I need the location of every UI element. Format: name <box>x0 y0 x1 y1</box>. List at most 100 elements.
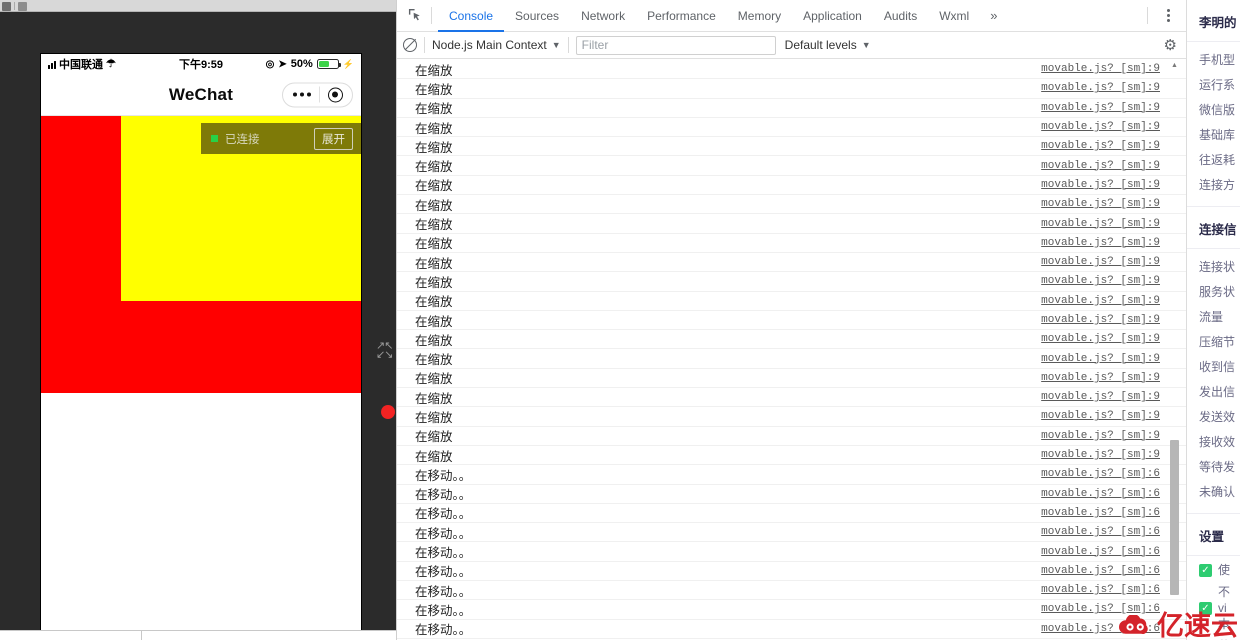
console-log-source-link[interactable]: movable.js? [sm]:9 <box>1041 333 1160 345</box>
console-log-row[interactable]: 在缩放 movable.js? [sm]:9 <box>397 407 1186 427</box>
console-log-row[interactable]: 在移动。。movable.js? [sm]:6 <box>397 600 1186 620</box>
console-log-source-link[interactable]: movable.js? [sm]:9 <box>1041 198 1160 210</box>
console-log-source-link[interactable]: movable.js? [sm]:9 <box>1041 121 1160 133</box>
console-log-row[interactable]: 在缩放 movable.js? [sm]:9 <box>397 311 1186 331</box>
console-log-source-link[interactable]: movable.js? [sm]:6 <box>1041 546 1160 558</box>
context-selector[interactable]: Node.js Main Context ▼ <box>432 38 561 52</box>
console-log-row[interactable]: 在缩放 movable.js? [sm]:9 <box>397 349 1186 369</box>
console-log-message: 在移动。。 <box>415 468 472 483</box>
console-log-row[interactable]: 在缩放 movable.js? [sm]:9 <box>397 176 1186 196</box>
list-item: 手机型 <box>1199 53 1236 67</box>
panel-icon[interactable] <box>2 1 11 11</box>
console-log-source-link[interactable]: movable.js? [sm]:9 <box>1041 449 1160 461</box>
console-log-source-link[interactable]: movable.js? [sm]:9 <box>1041 179 1160 191</box>
tab-wxml[interactable]: Wxml <box>928 0 980 32</box>
console-log-source-link[interactable]: movable.js? [sm]:6 <box>1041 488 1160 500</box>
console-log-row[interactable]: 在缩放 movable.js? [sm]:9 <box>397 330 1186 350</box>
context-label: Node.js Main Context <box>432 38 547 52</box>
console-log-source-link[interactable]: movable.js? [sm]:6 <box>1041 507 1160 519</box>
console-log-source-link[interactable]: movable.js? [sm]:9 <box>1041 237 1160 249</box>
console-log-row[interactable]: 在缩放 movable.js? [sm]:9 <box>397 79 1186 99</box>
tab-audits[interactable]: Audits <box>873 0 928 32</box>
scroll-up-arrow-icon[interactable]: ▲ <box>1170 62 1179 69</box>
console-log-source-link[interactable]: movable.js? [sm]:9 <box>1041 63 1160 75</box>
console-log-source-link[interactable]: movable.js? [sm]:9 <box>1041 102 1160 114</box>
console-log-row[interactable]: 在移动。。 movable.js? [sm]:6 <box>397 542 1186 562</box>
log-levels-selector[interactable]: Default levels ▼ <box>785 38 871 52</box>
battery-icon <box>316 59 341 69</box>
console-log-source-link[interactable]: movable.js? [sm]:9 <box>1041 410 1160 422</box>
console-scrollbar[interactable]: ▲ <box>1170 60 1179 640</box>
clear-console-icon[interactable] <box>403 38 417 52</box>
tab-console[interactable]: Console <box>438 0 504 32</box>
tab-sources[interactable]: Sources <box>504 0 570 32</box>
console-log-row[interactable]: 在移动。。movable.js? [sm]:6 <box>397 620 1186 639</box>
console-log-row[interactable]: 在移动。。 movable.js? [sm]:6 <box>397 465 1186 485</box>
console-log-source-link[interactable]: movable.js? [sm]:9 <box>1041 391 1160 403</box>
console-log-list[interactable]: 在缩放 movable.js? [sm]:9 在缩放 movable.js? [sm]… <box>397 60 1186 640</box>
console-log-source-link[interactable]: movable.js? [sm]:6 <box>1041 584 1160 596</box>
watermark: 亿速云 <box>1119 613 1238 640</box>
console-log-source-link[interactable]: movable.js? [sm]:9 <box>1041 140 1160 152</box>
capsule-target-icon[interactable] <box>320 87 350 102</box>
expand-button[interactable]: 展开 <box>314 127 353 150</box>
console-log-row[interactable]: 在缩放 movable.js? [sm]:9 <box>397 137 1186 157</box>
console-log-source-link[interactable]: movable.js? [sm]:6 <box>1041 526 1160 538</box>
console-log-source-link[interactable]: movable.js? [sm]:9 <box>1041 314 1160 326</box>
console-log-row[interactable]: 在移动。。movable.js? [sm]:6 <box>397 581 1186 601</box>
console-log-message: 在缩放 <box>415 333 453 348</box>
console-log-row[interactable]: 在移动。。movable.js? [sm]:6 <box>397 485 1186 504</box>
console-log-source-link[interactable]: movable.js? [sm]:9 <box>1041 82 1160 94</box>
tab-memory[interactable]: Memory <box>727 0 792 32</box>
resize-diagonal-icon[interactable]: ↗↖ ↙↘ <box>376 341 396 362</box>
console-log-row[interactable]: 在移动。。movable.js? [sm]:6 <box>397 523 1186 543</box>
console-log-row[interactable]: 在缩放 movable.js? [sm]:9 <box>397 272 1186 292</box>
console-log-source-link[interactable]: movable.js? [sm]:9 <box>1041 160 1160 172</box>
tab-network[interactable]: Network <box>570 0 636 32</box>
console-log-source-link[interactable]: movable.js? [sm]:9 <box>1041 256 1160 268</box>
list-item: 运行系 <box>1199 78 1236 92</box>
console-log-row[interactable]: 在缩放 movable.js? [sm]:9 <box>397 446 1186 466</box>
kebab-menu-icon[interactable] <box>1158 9 1178 22</box>
more-dots-icon[interactable] <box>285 92 319 97</box>
console-log-source-link[interactable]: movable.js? [sm]:9 <box>1041 430 1160 442</box>
more-tabs-icon[interactable]: » <box>980 8 1007 23</box>
console-log-row[interactable]: 在缩放 movable.js? [sm]:9 <box>397 156 1186 176</box>
console-log-row[interactable]: 在缩放 movable.js? [sm]:9 <box>397 234 1186 253</box>
inspect-element-icon[interactable] <box>401 3 429 29</box>
scrollbar-thumb[interactable] <box>1170 440 1179 595</box>
console-log-source-link[interactable]: movable.js? [sm]:9 <box>1041 353 1160 365</box>
list-item: 服务状 <box>1199 285 1236 299</box>
setting-option-row-1[interactable]: ✓ 使 <box>1187 556 1240 578</box>
bolt-icon: ⚡ <box>342 58 354 69</box>
console-log-row[interactable]: 在缩放 movable.js? [sm]:9 <box>397 118 1186 138</box>
device-info-list: 手机型 运行系 微信版 基础库 往返耗 连接方 <box>1187 42 1240 198</box>
filter-input[interactable] <box>575 35 776 55</box>
layout-icon[interactable] <box>18 1 27 11</box>
console-log-source-link[interactable]: movable.js? [sm]:6 <box>1041 565 1160 577</box>
console-log-row[interactable]: 在缩放 movable.js? [sm]:9 <box>397 369 1186 389</box>
gear-icon[interactable]: ⚙ <box>1164 36 1177 54</box>
console-log-source-link[interactable]: movable.js? [sm]:9 <box>1041 372 1160 384</box>
tab-application[interactable]: Application <box>792 0 873 32</box>
console-log-row[interactable]: 在移动。。movable.js? [sm]:6 <box>397 562 1186 582</box>
console-log-source-link[interactable]: movable.js? [sm]:9 <box>1041 275 1160 287</box>
tab-performance[interactable]: Performance <box>636 0 727 32</box>
record-dot-icon[interactable] <box>381 405 395 419</box>
console-log-message: 在移动。。 <box>415 546 472 561</box>
console-log-row[interactable]: 在缩放 movable.js? [sm]:9 <box>397 60 1186 80</box>
console-log-row[interactable]: 在缩放 movable.js? [sm]:9 <box>397 388 1186 408</box>
console-log-source-link[interactable]: movable.js? [sm]:6 <box>1041 468 1160 480</box>
console-log-row[interactable]: 在缩放 movable.js? [sm]:9 <box>397 253 1186 273</box>
console-log-source-link[interactable]: movable.js? [sm]:9 <box>1041 218 1160 230</box>
console-log-row[interactable]: 在缩放 movable.js? [sm]:9 <box>397 195 1186 215</box>
console-log-row[interactable]: 在缩放 movable.js? [sm]:9 <box>397 214 1186 234</box>
console-log-source-link[interactable]: movable.js? [sm]:9 <box>1041 295 1160 307</box>
console-log-row[interactable]: 在移动。。movable.js? [sm]:6 <box>397 504 1186 524</box>
console-log-row[interactable]: 在缩放 movable.js? [sm]:9 <box>397 99 1186 118</box>
status-dot-icon <box>211 135 218 142</box>
checkbox-checked-icon[interactable]: ✓ <box>1199 564 1212 577</box>
console-log-row[interactable]: 在缩放 movable.js? [sm]:9 <box>397 427 1186 446</box>
console-log-row[interactable]: 在缩放 movable.js? [sm]:9 <box>397 292 1186 311</box>
list-item: 收到信 <box>1199 360 1236 374</box>
